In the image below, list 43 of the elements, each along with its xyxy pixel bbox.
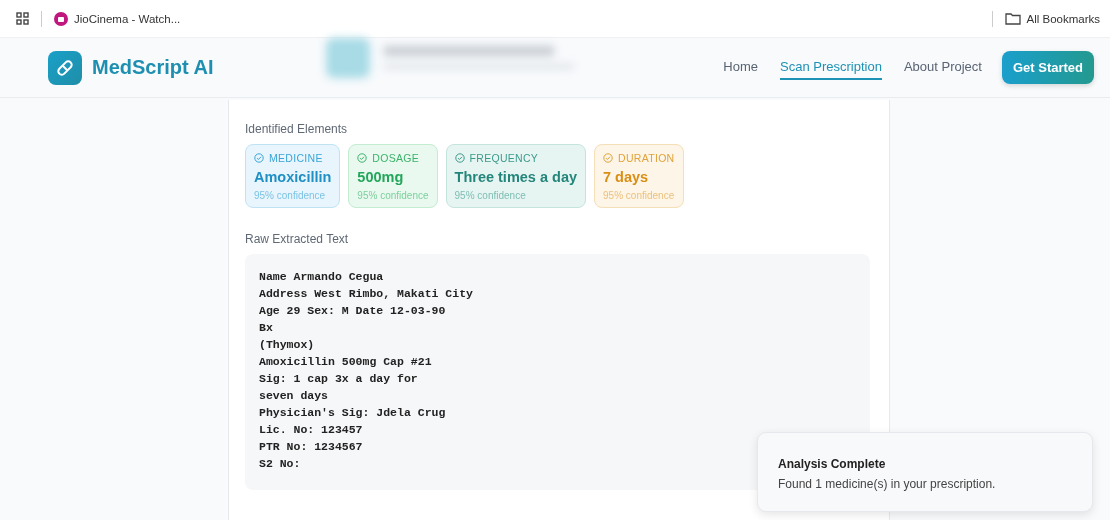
section-heading: Raw Extracted Text bbox=[245, 232, 350, 246]
nav-link[interactable]: Scan Prescription bbox=[780, 55, 882, 80]
toast-title: Analysis Complete bbox=[778, 457, 887, 471]
element-label: DOSAGE bbox=[372, 152, 420, 164]
nav-link[interactable]: Home bbox=[723, 55, 758, 80]
text-line: (Thymox) bbox=[259, 337, 315, 353]
folder-icon bbox=[1004, 12, 1021, 25]
text-line: seven days bbox=[259, 388, 328, 404]
section-heading: Identified Elements bbox=[245, 122, 349, 136]
text-line: PTR No: 1234567 bbox=[259, 439, 363, 455]
text-line: S2 No: bbox=[259, 456, 301, 472]
text-line: Age 29 Sex: M Date 12-03-90 bbox=[259, 303, 446, 319]
check-circle-icon bbox=[357, 153, 368, 163]
confidence-text: 95% confidence bbox=[357, 190, 429, 201]
check-circle-icon bbox=[603, 153, 614, 163]
element-label: FREQUENCY bbox=[469, 152, 539, 164]
element-label: MEDICINE bbox=[269, 152, 323, 164]
apps-grid-icon[interactable] bbox=[16, 12, 29, 25]
check-circle-icon bbox=[454, 153, 465, 163]
element-value: Three times a day bbox=[454, 169, 578, 185]
text-line: Physician's Sig: Jdela Crug bbox=[259, 405, 446, 421]
all-bookmarks-link[interactable]: All Bookmarks bbox=[1026, 12, 1100, 25]
get-started-button[interactable]: Get Started bbox=[1001, 51, 1094, 84]
confidence-text: 95% confidence bbox=[254, 190, 327, 201]
check-circle-icon bbox=[254, 153, 264, 163]
text-line: Lic. No: 123457 bbox=[259, 422, 363, 438]
confidence-text: 95% confidence bbox=[454, 190, 527, 201]
pill-logo-icon bbox=[48, 50, 82, 85]
text-line: Address West Rimbo, Makati City bbox=[259, 286, 473, 302]
text-line: Name Armando Cegua bbox=[259, 269, 384, 285]
confidence-text: 95% confidence bbox=[603, 190, 675, 201]
nav-link[interactable]: About Project bbox=[903, 55, 982, 80]
text-line: Amoxicillin 500mg Cap #21 bbox=[259, 354, 432, 370]
element-value: Amoxicillin bbox=[254, 169, 332, 185]
element-value: 500mg bbox=[357, 169, 405, 185]
element-label: DURATION bbox=[618, 152, 675, 164]
element-value: 7 days bbox=[603, 169, 650, 185]
toast-message: Found 1 medicine(s) in your prescription. bbox=[778, 477, 997, 491]
app-logo-text: MedScript AI bbox=[92, 56, 214, 79]
text-line: Sig: 1 cap 3x a day for bbox=[259, 371, 418, 387]
bookmark-link[interactable]: JioCinema - Watch... bbox=[74, 12, 181, 25]
text-line: Bx bbox=[259, 320, 273, 336]
site-favicon-icon bbox=[54, 11, 68, 26]
